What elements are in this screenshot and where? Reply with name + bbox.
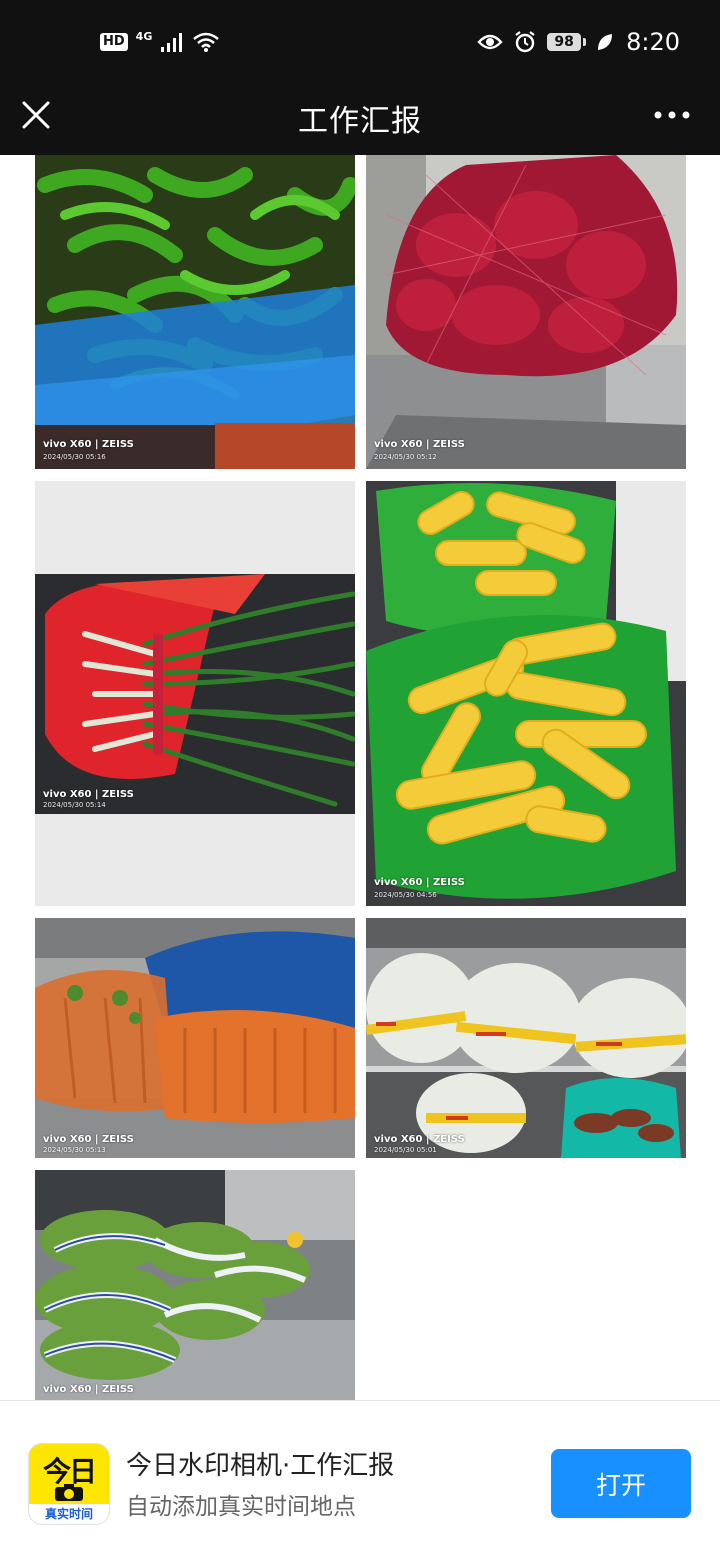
- photo-green-onions[interactable]: vivo X60 | ZEISS 2024/05/30 05:14: [35, 481, 355, 906]
- watermark-brand: vivo X60 | ZEISS: [374, 877, 465, 888]
- watermark-date: 2024/05/30 05:12: [374, 453, 437, 461]
- watermark-brand: vivo X60 | ZEISS: [43, 1134, 134, 1145]
- more-button[interactable]: [652, 100, 692, 130]
- photo-cabbage-sweet-potato[interactable]: vivo X60 | ZEISS 2024/05/30 05:01: [366, 918, 686, 1158]
- watermark-date: 2024/05/30 04:56: [374, 891, 437, 899]
- clock-time: 8:20: [626, 28, 680, 56]
- carrots-image: [35, 918, 355, 1158]
- app-name: 今日水印相机·工作汇报: [126, 1451, 395, 1481]
- cabbage-image: [366, 918, 686, 1158]
- wifi-icon: [193, 32, 220, 52]
- watermark-brand: vivo X60 | ZEISS: [43, 439, 134, 450]
- green-onions-image: [35, 574, 355, 814]
- photo-green-peppers[interactable]: vivo X60 | ZEISS 2024/05/30 05:16: [35, 155, 355, 469]
- status-bar: HD 4G 98 8:20: [0, 0, 720, 84]
- watermark-brand: vivo X60 | ZEISS: [374, 1134, 465, 1145]
- watermark-date: 2024/05/30 05:01: [374, 1146, 437, 1154]
- network-type: 4G: [135, 29, 153, 43]
- signal-icon: [161, 33, 183, 52]
- alarm-icon: [515, 31, 535, 53]
- hd-badge: HD: [100, 33, 128, 51]
- app-promo-banner: 今日 真实时间 今日水印相机·工作汇报 自动添加真实时间地点 打开: [0, 1400, 720, 1561]
- photo-green-beans[interactable]: vivo X60 | ZEISS: [35, 1170, 355, 1400]
- photo-corn[interactable]: vivo X60 | ZEISS 2024/05/30 04:56: [366, 481, 686, 906]
- camera-icon: [55, 1484, 83, 1501]
- app-subtitle: 自动添加真实时间地点: [126, 1494, 356, 1520]
- watermark-brand: vivo X60 | ZEISS: [43, 1384, 134, 1395]
- app-icon[interactable]: 今日 真实时间: [28, 1443, 110, 1525]
- eye-icon: [477, 34, 503, 50]
- watermark-brand: vivo X60 | ZEISS: [43, 789, 134, 800]
- open-app-button[interactable]: 打开: [551, 1449, 691, 1518]
- leaf-icon: [598, 34, 613, 50]
- watermark-date: 2024/05/30 05:14: [43, 801, 106, 809]
- photo-carrots[interactable]: vivo X60 | ZEISS 2024/05/30 05:13: [35, 918, 355, 1158]
- battery-level: 98: [547, 33, 582, 51]
- title-bar: 工作汇报: [0, 84, 720, 155]
- watermark-date: 2024/05/30 05:16: [43, 453, 106, 461]
- page-title: 工作汇报: [298, 104, 422, 139]
- more-icon: [654, 111, 690, 119]
- green-peppers-image: [35, 155, 355, 469]
- photo-red-onions[interactable]: vivo X60 | ZEISS 2024/05/30 05:12: [366, 155, 686, 469]
- corn-image: [366, 481, 686, 906]
- status-right: 98 8:20: [477, 26, 680, 58]
- watermark-brand: vivo X60 | ZEISS: [374, 439, 465, 450]
- status-left: HD 4G: [100, 28, 220, 56]
- green-beans-image: [35, 1170, 355, 1400]
- watermark-date: 2024/05/30 05:13: [43, 1146, 106, 1154]
- app-icon-caption: 真实时间: [29, 1504, 109, 1524]
- red-onions-image: [366, 155, 686, 469]
- battery-tip: [583, 38, 587, 46]
